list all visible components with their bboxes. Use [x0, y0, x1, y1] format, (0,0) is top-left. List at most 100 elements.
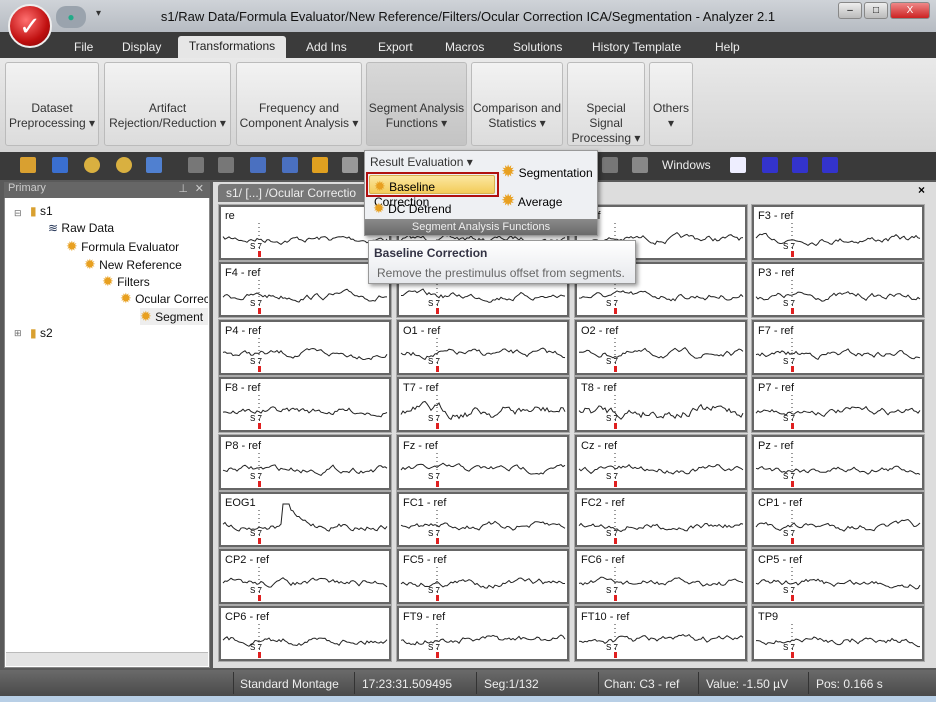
channel-cell[interactable]: Fz - ref S 7 [396, 434, 570, 491]
menu-tab-transformations[interactable]: Transformations [178, 36, 286, 58]
arrow-down-icon[interactable] [312, 157, 328, 173]
channel-cell[interactable]: F7 - ref S 7 [751, 319, 925, 376]
window-new-icon[interactable] [730, 157, 746, 173]
tool-icon[interactable] [602, 157, 618, 173]
waveform [755, 578, 921, 590]
window-tile-horizontal-icon[interactable] [792, 157, 808, 173]
channel-cell[interactable]: FC5 - ref S 7 [396, 548, 570, 605]
stimulus-marker [791, 481, 794, 487]
channel-cell[interactable]: F8 - ref S 7 [218, 376, 392, 433]
tree-node-new-reference[interactable]: ✹ New Reference [84, 256, 182, 273]
ribbon-special-signal-processing[interactable]: Special Signal Processing ▾ [567, 62, 645, 146]
channel-cell[interactable]: EOG1 S 7 [218, 491, 392, 548]
tree-node-s1[interactable]: ▮ s1 [30, 204, 53, 218]
channel-cell[interactable]: CP1 - ref S 7 [751, 491, 925, 548]
baseline-correction-item[interactable]: ✹ Baseline Correction [369, 175, 495, 209]
channel-cell[interactable]: FT10 - ref S 7 [574, 605, 748, 662]
sg-icon[interactable] [218, 157, 234, 173]
channel-cell[interactable]: F3 - ref S 7 [751, 204, 925, 261]
quick-access-dropdown-icon[interactable]: ▾ [96, 8, 101, 19]
minimize-button[interactable]: – [838, 2, 862, 19]
tree-node-s2[interactable]: ▮ s2 [30, 326, 53, 340]
stimulus-marker [614, 595, 617, 601]
menu-display[interactable]: Display [122, 40, 161, 54]
channel-cell[interactable]: F4 - ref S 7 [218, 261, 392, 318]
channel-cell[interactable]: Cz - ref S 7 [574, 434, 748, 491]
channel-cell[interactable]: TP9 S 7 [751, 605, 925, 662]
window-tile-vertical-icon[interactable] [822, 157, 838, 173]
tree-node-segmentation[interactable]: ✹ Segment [140, 308, 208, 325]
marker-label: S 7 [428, 586, 441, 595]
average-item[interactable]: ✹ Average [501, 191, 562, 211]
panel-close-icon[interactable]: ✕ [195, 182, 204, 195]
open-icon[interactable] [20, 157, 36, 173]
tree-node-ocular-correction[interactable]: ✹ Ocular Correc [120, 290, 208, 307]
menu-add-ins[interactable]: Add Ins [306, 40, 347, 54]
result-evaluation-menu[interactable]: Result Evaluation ▾ [370, 155, 473, 169]
ribbon-dataset-preprocessing[interactable]: Dataset Preprocessing ▾ [5, 62, 99, 146]
segmentation-item[interactable]: ✹ Segmentation [501, 162, 593, 182]
menu-file[interactable]: File [74, 40, 93, 54]
tree-node-raw-data[interactable]: ≋ Raw Data [48, 221, 114, 235]
ribbon-others[interactable]: Others ▾ [649, 62, 693, 146]
ribbon-frequency-component[interactable]: Frequency and Component Analysis ▾ [236, 62, 362, 146]
menu-macros[interactable]: Macros [445, 40, 484, 54]
tree-node-formula-evaluator[interactable]: ✹ Formula Evaluator [66, 238, 179, 255]
channel-cell[interactable]: FT9 - ref S 7 [396, 605, 570, 662]
channel-cell[interactable]: P4 - ref S 7 [218, 319, 392, 376]
pin-icon[interactable]: ⊥ [178, 182, 188, 195]
menu-export[interactable]: Export [378, 40, 413, 54]
channel-cell[interactable]: T7 - ref S 7 [396, 376, 570, 433]
status-segment: Seg:1/132 [484, 677, 539, 691]
app-logo-button[interactable]: ✓ [8, 4, 52, 48]
tree-label: Formula Evaluator [81, 240, 180, 254]
marker-label: S 7 [606, 586, 619, 595]
document-close-icon[interactable]: × [918, 183, 925, 197]
channel-cell[interactable]: Pz - ref S 7 [751, 434, 925, 491]
stack-icon[interactable] [282, 157, 298, 173]
horizontal-scrollbar[interactable] [6, 652, 208, 666]
channel-cell[interactable]: P8 - ref S 7 [218, 434, 392, 491]
ribbon-comparison-statistics[interactable]: Comparison and Statistics ▾ [471, 62, 563, 146]
gear-icon: ✹ [501, 162, 516, 181]
waveform [222, 347, 388, 361]
arrow-up-icon[interactable] [342, 157, 358, 173]
document-tab[interactable]: s1/ [...] /Ocular Correctio [218, 184, 368, 202]
channel-cell[interactable]: O1 - ref S 7 [396, 319, 570, 376]
panel-title: Primary [8, 182, 46, 194]
stimulus-marker [258, 308, 261, 314]
expand-icon[interactable]: ⊞ [14, 328, 22, 339]
channel-cell[interactable]: CP2 - ref S 7 [218, 548, 392, 605]
r-icon[interactable] [188, 157, 204, 173]
ribbon-segment-analysis-functions[interactable]: Segment Analysis Functions ▾ [366, 62, 467, 146]
tree-node-filters[interactable]: ✹ Filters [102, 273, 150, 290]
channel-cell[interactable]: FC6 - ref S 7 [574, 548, 748, 605]
zoom-out-icon[interactable] [116, 157, 132, 173]
grid-icon[interactable] [632, 157, 648, 173]
maximize-button[interactable]: □ [864, 2, 888, 19]
stimulus-marker [791, 308, 794, 314]
channel-cell[interactable]: O2 - ref S 7 [574, 319, 748, 376]
quick-access-globe-icon[interactable]: ● [56, 6, 86, 28]
view-icon[interactable] [146, 157, 162, 173]
channel-cell[interactable]: CP6 - ref S 7 [218, 605, 392, 662]
waveform [755, 232, 921, 247]
window-cascade-icon[interactable] [762, 157, 778, 173]
chart-icon[interactable] [52, 157, 68, 173]
ribbon-artifact-rejection[interactable]: Artifact Rejection/Reduction ▾ [104, 62, 231, 146]
channel-cell[interactable]: FC2 - ref S 7 [574, 491, 748, 548]
waveform-icon[interactable] [250, 157, 266, 173]
zoom-in-icon[interactable] [84, 157, 100, 173]
channel-cell[interactable]: T8 - ref S 7 [574, 376, 748, 433]
menu-solutions[interactable]: Solutions [513, 40, 562, 54]
channel-cell[interactable]: P3 - ref S 7 [751, 261, 925, 318]
channel-cell[interactable]: CP5 - ref S 7 [751, 548, 925, 605]
close-button[interactable]: X [890, 2, 930, 19]
channel-cell[interactable]: FC1 - ref S 7 [396, 491, 570, 548]
collapse-icon[interactable]: ⊟ [14, 208, 22, 219]
menu-history-template[interactable]: History Template [592, 40, 681, 54]
channel-cell[interactable]: P7 - ref S 7 [751, 376, 925, 433]
dc-detrend-item[interactable]: ✹ DC Detrend [373, 200, 451, 217]
stimulus-marker [436, 423, 439, 429]
menu-help[interactable]: Help [715, 40, 740, 54]
